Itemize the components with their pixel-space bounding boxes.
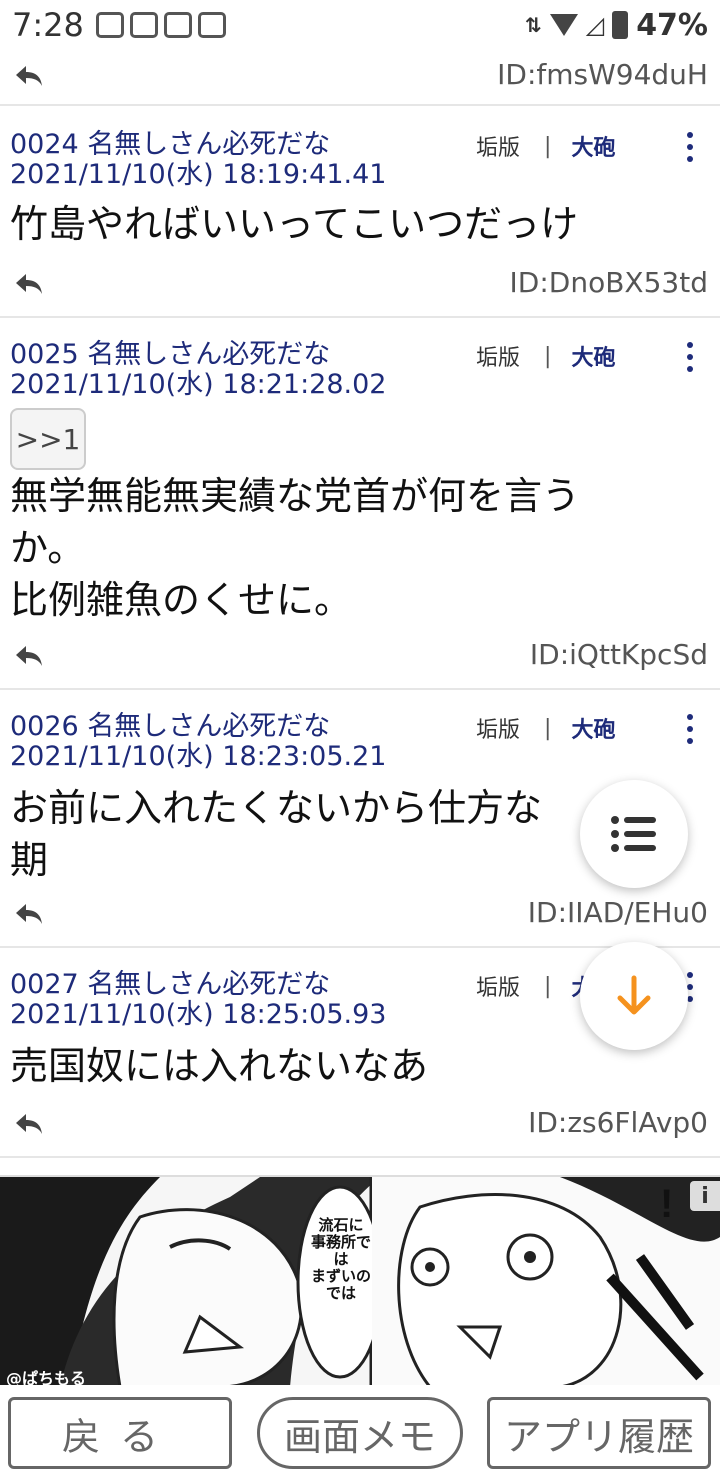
screen-memo-button[interactable]: 画面メモ: [257, 1397, 463, 1469]
bottom-bar: 戻る 画面メモ アプリ履歴: [0, 1385, 720, 1480]
status-bar: 7:28 ⇅ ◿ 47%: [0, 0, 720, 50]
reply-icon[interactable]: [14, 902, 44, 926]
reply-icon[interactable]: [14, 1112, 44, 1136]
more-vert-icon[interactable]: [682, 132, 698, 162]
post-header[interactable]: 0027 名無しさん必死だな 2021/11/10(水) 18:25:05.93: [10, 970, 470, 1030]
app-notification-icon: [95, 12, 124, 38]
ad-credit: @ぱちもる: [6, 1369, 87, 1385]
post-id: ID:zs6FlAvp0: [528, 1106, 708, 1139]
battery-icon: [612, 11, 629, 39]
separator: |: [544, 715, 552, 741]
post-body: 無学無能無実績な党首が何を言うか。 比例雑魚のくせに。: [10, 474, 581, 622]
reply-icon[interactable]: [14, 272, 44, 296]
separator: |: [544, 973, 552, 999]
post-header[interactable]: 0026 名無しさん必死だな 2021/11/10(水) 18:23:05.21: [10, 712, 470, 772]
wifi-icon: [549, 14, 578, 36]
taiho-label[interactable]: 大砲: [571, 712, 615, 744]
post-0024: 0024 名無しさん必死だな 2021/11/10(水) 18:19:41.41…: [0, 108, 720, 318]
post-id: ID:fmsW94duH: [497, 58, 708, 91]
post-header[interactable]: 0025 名無しさん必死だな 2021/11/10(水) 18:21:28.02: [10, 340, 470, 400]
kaku-label[interactable]: 垢版: [476, 712, 520, 744]
more-vert-icon[interactable]: [682, 342, 698, 372]
svg-text:!: !: [660, 1182, 673, 1226]
ad-info-icon[interactable]: i: [690, 1181, 720, 1211]
taiho-label[interactable]: 大砲: [571, 340, 615, 372]
kaku-label[interactable]: 垢版: [476, 130, 520, 162]
data-arrows-icon: ⇅: [524, 13, 542, 37]
vibrate-icon-2: [163, 12, 192, 38]
anchor-link-button[interactable]: >>1: [10, 408, 86, 470]
system-icons: ⇅ ◿ 47%: [525, 8, 708, 43]
previous-post-footer: ID:fmsW94duH: [0, 50, 720, 106]
post-tools: 垢版 | 大砲: [476, 712, 615, 744]
arrow-down-icon: [617, 975, 651, 1015]
list-icon: [611, 816, 656, 852]
post-body: 竹島やればいいってこいつだっけ: [10, 202, 579, 246]
vibrate-icon: [129, 12, 158, 38]
taiho-label[interactable]: 大砲: [571, 130, 615, 162]
separator: |: [544, 343, 552, 369]
clock: 7:28: [12, 6, 84, 44]
separator: |: [544, 133, 552, 159]
battery-percent: 47%: [636, 7, 708, 43]
kaku-label[interactable]: 垢版: [476, 970, 520, 1002]
list-fab-button[interactable]: [580, 780, 688, 888]
ad-banner[interactable]: ! 流石に 事務所では まずいのでは @ぱちもる i: [0, 1175, 720, 1385]
post-tools: 垢版 | 大砲: [476, 340, 615, 372]
post-tools: 垢版 | 大砲: [476, 130, 615, 162]
post-0025: 0025 名無しさん必死だな 2021/11/10(水) 18:21:28.02…: [0, 318, 720, 690]
scroll-down-fab-button[interactable]: [580, 942, 688, 1050]
app-history-button[interactable]: アプリ履歴: [487, 1397, 711, 1469]
download-icon: [197, 12, 226, 38]
reply-icon[interactable]: [14, 64, 44, 88]
post-id: ID:DnoBX53td: [509, 266, 708, 299]
back-button[interactable]: 戻る: [8, 1397, 232, 1469]
more-vert-icon[interactable]: [682, 714, 698, 744]
notification-icons: [95, 12, 226, 38]
post-body: 売国奴には入れないなあ: [10, 1044, 429, 1088]
kaku-label[interactable]: 垢版: [476, 340, 520, 372]
post-id: ID:IIAD/EHu0: [527, 896, 708, 929]
post-header[interactable]: 0024 名無しさん必死だな 2021/11/10(水) 18:19:41.41: [10, 130, 470, 190]
speech-bubble-text: 流石に 事務所では まずいのでは: [310, 1216, 371, 1302]
reply-icon[interactable]: [14, 644, 44, 668]
post-id: ID:iQttKpcSd: [529, 638, 708, 671]
post-tools: 垢版 | 大: [476, 970, 593, 1002]
signal-icon: ◿: [585, 11, 605, 39]
